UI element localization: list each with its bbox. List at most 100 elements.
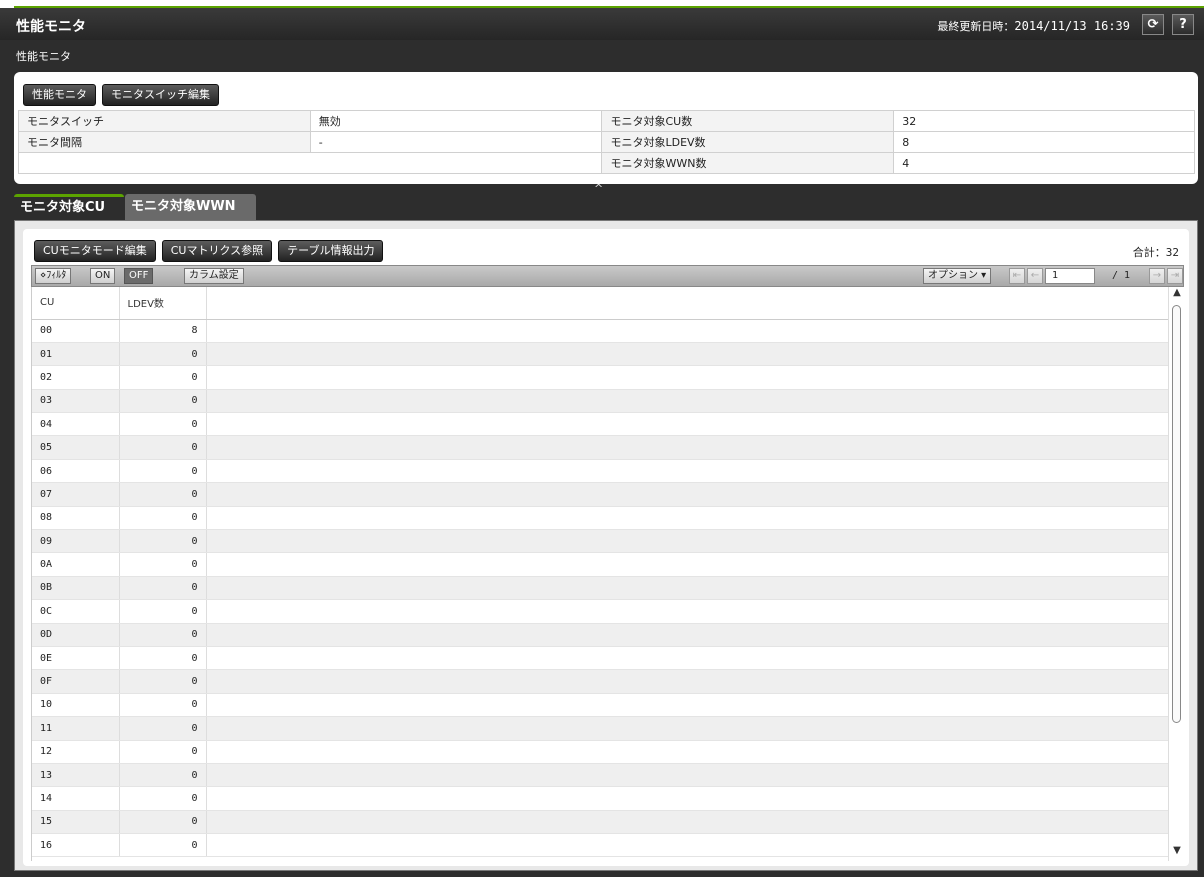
ldev-count-cell: 0 xyxy=(119,482,207,507)
filler-cell xyxy=(206,389,1168,414)
last-page-icon[interactable]: ⇥ xyxy=(1167,268,1183,284)
ldev-count-cell: 0 xyxy=(119,740,207,764)
tab-monitor-cu[interactable]: モニタ対象CU xyxy=(14,194,124,220)
top-accent-line xyxy=(0,0,1204,8)
filler-cell xyxy=(206,646,1168,671)
cu-action-row: CUモニタモード編集 CUマトリクス参照 テーブル情報出力 xyxy=(34,240,389,262)
table-row[interactable]: 01 0 xyxy=(32,342,1168,367)
page-number-input[interactable]: 1 xyxy=(1045,268,1095,284)
table-row[interactable]: 06 0 xyxy=(32,459,1168,484)
column-header-ldev-count[interactable]: LDEV数 xyxy=(119,287,207,320)
column-header-filler xyxy=(206,287,1168,320)
table-row[interactable]: 00 8 xyxy=(32,319,1168,343)
filler-cell xyxy=(206,412,1168,437)
filter-toggle-button[interactable]: ⋄ﾌｨﾙﾀ xyxy=(35,268,72,284)
table-row[interactable]: 0B 0 xyxy=(32,576,1168,601)
table-row[interactable]: 03 0 xyxy=(32,389,1168,414)
table-row[interactable]: 0F 0 xyxy=(32,669,1168,694)
cu-cell: 02 xyxy=(32,365,120,390)
page-total: / 1 xyxy=(1112,270,1131,281)
cu-cell: 0D xyxy=(32,623,120,647)
table-row[interactable]: 04 0 xyxy=(32,412,1168,437)
view-cu-matrix-button[interactable]: CUマトリクス参照 xyxy=(161,240,273,262)
table-row[interactable]: 05 0 xyxy=(32,435,1168,460)
monitor-switch-label: モニタスイッチ xyxy=(18,110,311,132)
next-page-icon[interactable]: → xyxy=(1149,268,1165,284)
ldev-count-cell: 0 xyxy=(119,763,207,788)
cu-cell: 05 xyxy=(32,435,120,460)
cu-cell: 03 xyxy=(32,389,120,414)
table-row[interactable]: 0D 0 xyxy=(32,623,1168,647)
export-table-button[interactable]: テーブル情報出力 xyxy=(278,240,384,262)
filler-cell xyxy=(206,552,1168,577)
summary-empty-cell xyxy=(17,152,603,174)
summary-row: モニタ間隔 - モニタ対象LDEV数 8 xyxy=(18,131,1195,153)
first-page-icon[interactable]: ⇤ xyxy=(1009,268,1025,284)
cu-table-body: 00 8 01 0 02 0 03 0 04 0 05 0 06 0 07 0 08 0 09 0 0A 0 0B 0 0C 0 0… xyxy=(32,319,1168,858)
filler-cell xyxy=(206,319,1168,343)
filler-cell xyxy=(206,693,1168,718)
table-row[interactable]: 10 0 xyxy=(32,693,1168,718)
cu-cell: 11 xyxy=(32,716,120,741)
prev-page-icon[interactable]: ← xyxy=(1027,268,1043,284)
table-row[interactable]: 0A 0 xyxy=(32,552,1168,577)
tab-monitor-wwn[interactable]: モニタ対象WWN xyxy=(125,194,256,220)
scroll-up-icon[interactable]: ▲ xyxy=(1169,287,1185,303)
column-header-cu[interactable]: CU xyxy=(32,287,120,320)
table-row[interactable]: 13 0 xyxy=(32,763,1168,788)
monitor-wwn-count-value: 4 xyxy=(893,152,1195,174)
cu-cell: 08 xyxy=(32,506,120,531)
table-row[interactable]: 02 0 xyxy=(32,365,1168,390)
ldev-count-cell: 0 xyxy=(119,459,207,484)
help-button[interactable]: ? xyxy=(1172,14,1194,35)
summary-panel: 性能モニタ モニタスイッチ編集 モニタスイッチ 無効 モニタ対象CU数 32 モニ… xyxy=(14,72,1198,184)
column-settings-button[interactable]: カラム設定 xyxy=(184,268,244,284)
monitor-cu-count-label: モニタ対象CU数 xyxy=(601,110,895,132)
collapse-summary-icon[interactable]: ^ xyxy=(594,182,603,195)
filler-cell xyxy=(206,833,1168,858)
options-dropdown[interactable]: オプション ▾ xyxy=(923,268,992,284)
table-row[interactable]: 08 0 xyxy=(32,506,1168,531)
filler-cell xyxy=(206,459,1168,484)
performance-monitor-button[interactable]: 性能モニタ xyxy=(23,84,96,106)
vertical-scrollbar[interactable]: ▲ ▼ xyxy=(1168,287,1184,861)
ldev-count-cell: 0 xyxy=(119,669,207,694)
filler-cell xyxy=(206,342,1168,367)
refresh-button[interactable]: ⟳ xyxy=(1142,14,1164,35)
breadcrumb-item[interactable]: 性能モニタ xyxy=(16,48,71,64)
table-row[interactable]: 0E 0 xyxy=(32,646,1168,671)
ldev-count-cell: 0 xyxy=(119,412,207,437)
edit-monitor-switch-button[interactable]: モニタスイッチ編集 xyxy=(102,84,219,106)
refresh-icon: ⟳ xyxy=(1147,17,1159,32)
table-row[interactable]: 09 0 xyxy=(32,529,1168,554)
cu-cell: 16 xyxy=(32,833,120,858)
ldev-count-cell: 0 xyxy=(119,646,207,671)
help-icon: ? xyxy=(1179,17,1187,32)
table-row[interactable]: 0C 0 xyxy=(32,599,1168,624)
cu-cell: 06 xyxy=(32,459,120,484)
summary-row: モニタスイッチ 無効 モニタ対象CU数 32 xyxy=(18,110,1195,132)
scroll-down-icon[interactable]: ▼ xyxy=(1169,845,1185,861)
cu-cell: 10 xyxy=(32,693,120,718)
monitor-ldev-count-value: 8 xyxy=(893,131,1195,153)
summary-button-row: 性能モニタ モニタスイッチ編集 xyxy=(23,84,225,106)
table-row[interactable]: 11 0 xyxy=(32,716,1168,741)
table-row[interactable]: 16 0 xyxy=(32,833,1168,858)
monitor-wwn-count-label: モニタ対象WWN数 xyxy=(601,152,895,174)
table-row[interactable]: 07 0 xyxy=(32,482,1168,507)
monitor-cu-count-value: 32 xyxy=(893,110,1195,132)
monitor-interval-value: - xyxy=(309,131,603,153)
filler-cell xyxy=(206,529,1168,554)
cu-cell: 13 xyxy=(32,763,120,788)
last-updated-label: 最終更新日時： xyxy=(937,20,1015,33)
last-updated: 最終更新日時：2014/11/13 16:39 xyxy=(937,18,1130,34)
filter-on-button[interactable]: ON xyxy=(90,268,116,284)
table-row[interactable]: 15 0 xyxy=(32,810,1168,835)
edit-cu-monitor-mode-button[interactable]: CUモニタモード編集 xyxy=(34,240,156,262)
table-row[interactable]: 12 0 xyxy=(32,740,1168,764)
scroll-thumb[interactable] xyxy=(1172,305,1181,723)
ldev-count-cell: 0 xyxy=(119,833,207,858)
ldev-count-cell: 0 xyxy=(119,786,207,811)
table-row[interactable]: 14 0 xyxy=(32,786,1168,811)
filter-off-button[interactable]: OFF xyxy=(124,268,154,284)
